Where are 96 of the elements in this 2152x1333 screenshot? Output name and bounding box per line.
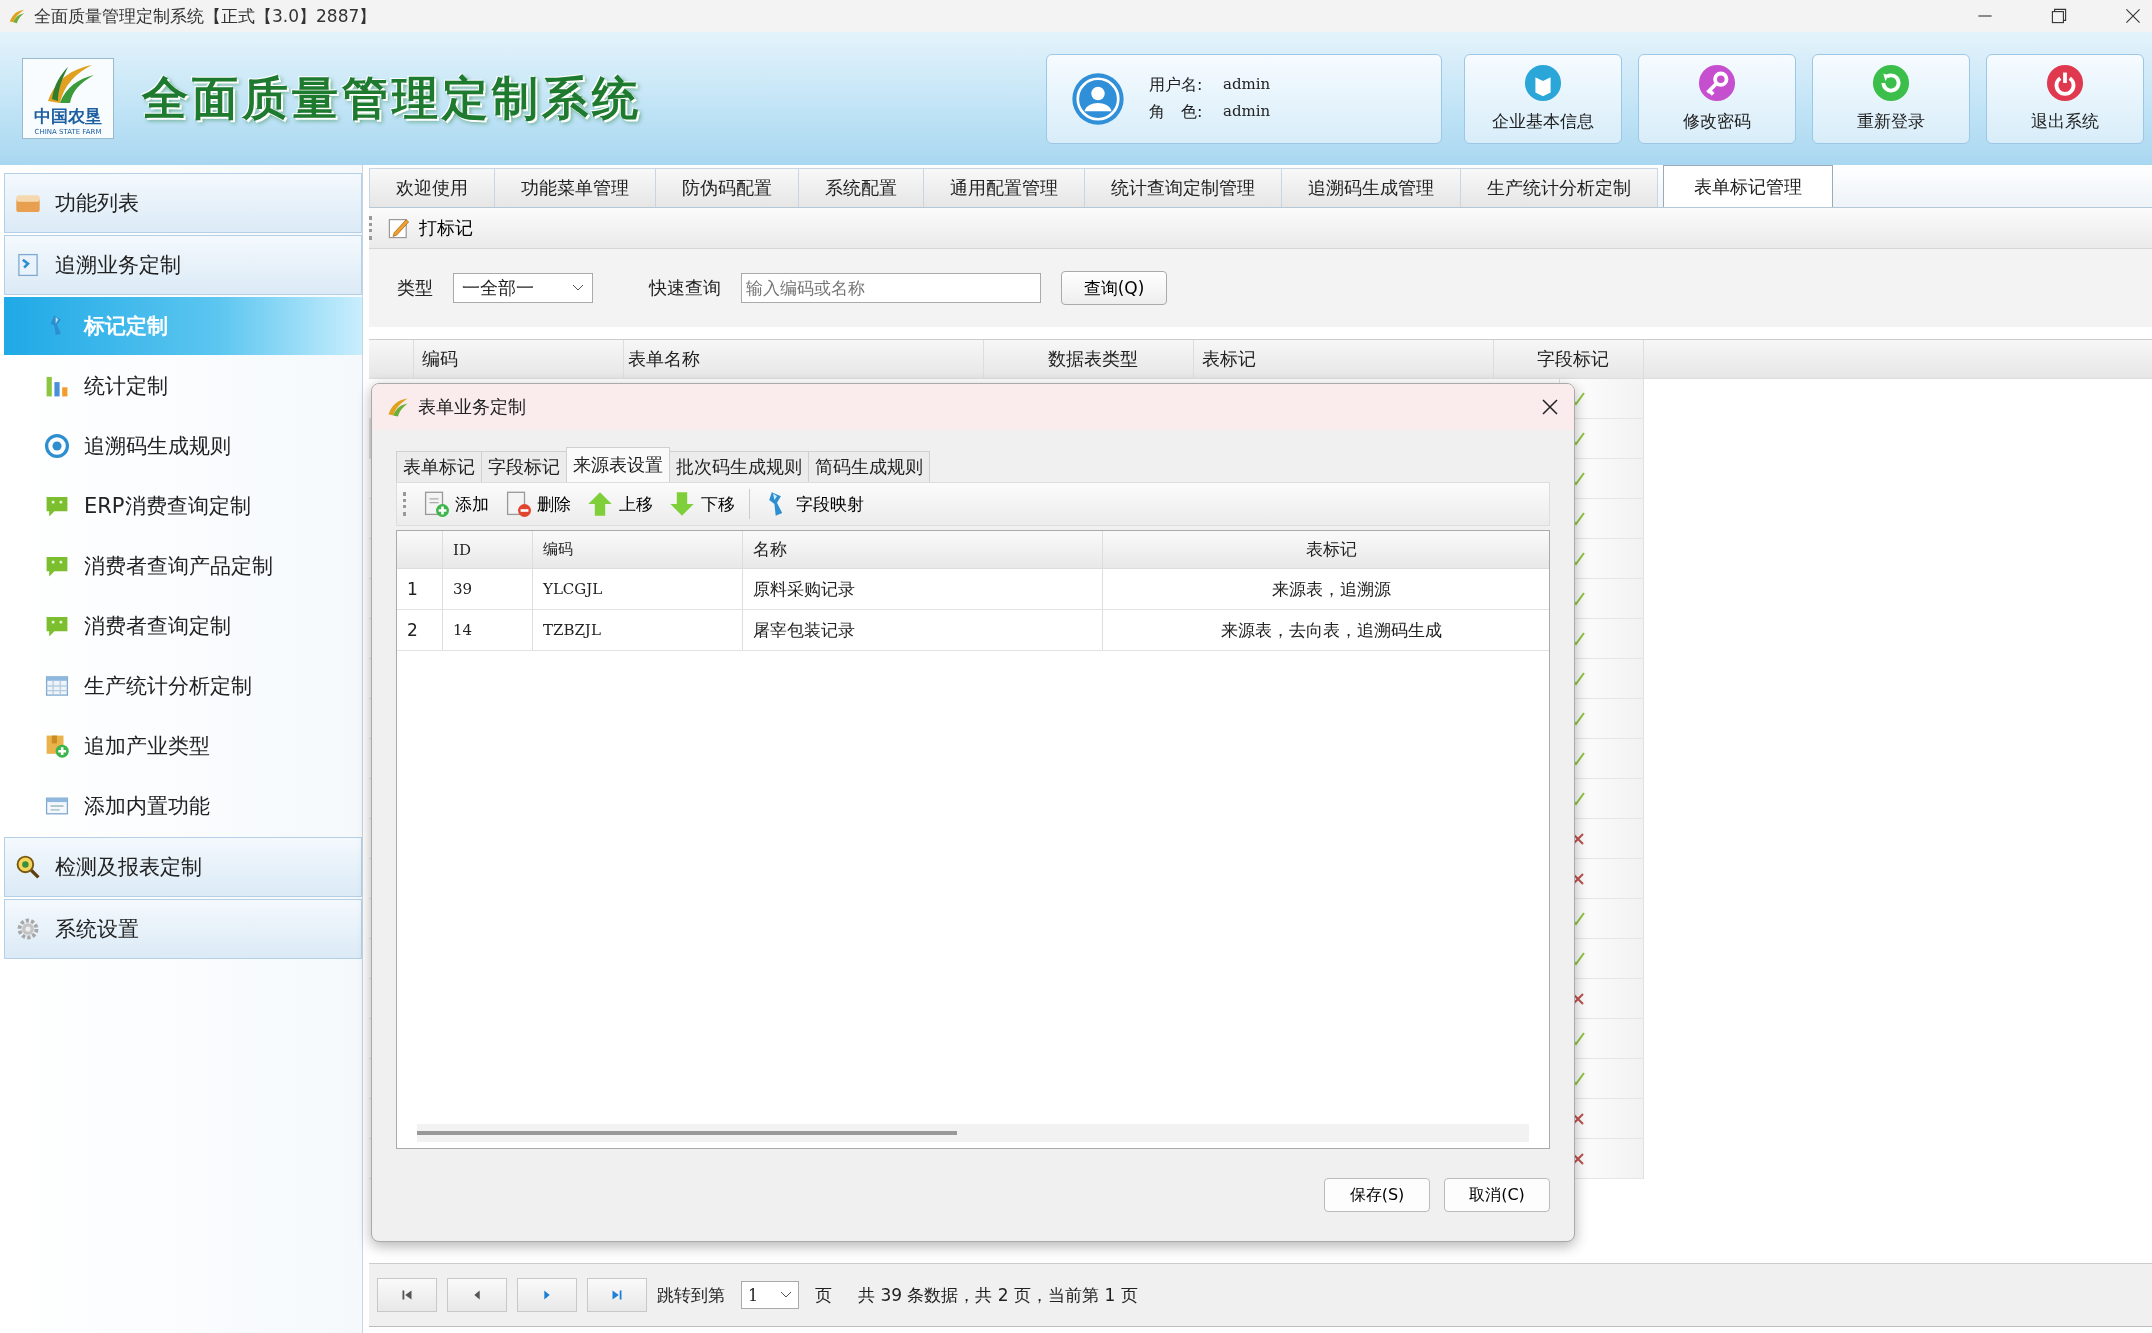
toolbar-button[interactable]: 字段映射 — [762, 489, 866, 519]
toolbar-button[interactable]: 下移 — [667, 489, 737, 519]
header-button[interactable]: 重新登录 — [1812, 53, 1970, 144]
sidebar-item[interactable]: 追加产业类型 — [4, 717, 362, 775]
dialog-title: 表单业务定制 — [418, 395, 526, 419]
tab[interactable]: 统计查询定制管理 — [1084, 168, 1282, 207]
delete-document-icon — [505, 491, 531, 517]
jump-label: 跳转到第 — [657, 1283, 725, 1307]
table-cell: 14 — [443, 610, 533, 650]
down-arrow-icon — [669, 491, 695, 517]
tab[interactable]: 系统配置 — [798, 168, 924, 207]
toolbar-button[interactable]: 添加 — [421, 489, 491, 519]
app-logo-icon — [8, 7, 26, 25]
tab[interactable]: 追溯码生成管理 — [1281, 168, 1461, 207]
tab[interactable]: 生产统计分析定制 — [1460, 168, 1658, 207]
dialog-button[interactable]: 取消(C) — [1444, 1178, 1550, 1212]
gear-icon — [15, 916, 41, 942]
scrollbar-thumb[interactable] — [417, 1131, 957, 1135]
header-button[interactable]: 企业基本信息 — [1464, 53, 1622, 144]
table-cell: 原料采购记录 — [743, 569, 1103, 609]
column-header[interactable]: 表单名称 — [624, 340, 984, 378]
column-header[interactable]: 编码 — [533, 531, 743, 568]
tab[interactable]: 表单标记管理 — [1663, 165, 1833, 207]
table-icon — [44, 673, 70, 699]
column-header[interactable]: 数据表类型 — [984, 340, 1194, 378]
caret-icon — [572, 284, 584, 292]
sidebar-item[interactable]: 消费者查询定制 — [4, 597, 362, 655]
close-icon[interactable] — [1540, 397, 1560, 417]
next-page-button[interactable] — [517, 1278, 577, 1312]
role-label: 角 色: — [1149, 101, 1204, 123]
column-header[interactable]: 表标记 — [1194, 340, 1494, 378]
magnifier-icon — [15, 854, 41, 880]
header-button[interactable]: 退出系统 — [1986, 53, 2144, 144]
search-field[interactable]: 输入编码或名称 — [741, 273, 1041, 303]
window-title: 全面质量管理定制系统【正式【3.0】2887】 — [34, 4, 377, 28]
tab[interactable]: 字段标记 — [481, 451, 567, 482]
column-header[interactable]: 表标记 — [1103, 531, 1549, 568]
table-cell-text: 来源表，追溯源 — [1270, 577, 1392, 601]
role-value: admin — [1223, 101, 1271, 122]
tab[interactable]: 欢迎使用 — [369, 168, 495, 207]
logo-text: 中国农垦 — [34, 105, 102, 128]
tab[interactable]: 简码生成规则 — [808, 451, 930, 482]
tab[interactable]: 防伪码配置 — [655, 168, 799, 207]
sidebar-group[interactable]: 检测及报表定制 — [4, 837, 362, 897]
sidebar-item[interactable]: 统计定制 — [4, 357, 362, 415]
last-page-button[interactable] — [587, 1278, 647, 1312]
sidebar-group[interactable]: 追溯业务定制 — [4, 235, 362, 295]
sidebar-header: 功能列表 — [4, 173, 362, 233]
sidebar-item[interactable]: 消费者查询产品定制 — [4, 537, 362, 595]
tab[interactable]: 通用配置管理 — [923, 168, 1085, 207]
table-cell: TZBZJL — [533, 610, 743, 650]
dialog-button[interactable]: 保存(S) — [1324, 1178, 1430, 1212]
sidebar-item[interactable]: 追溯码生成规则 — [4, 417, 362, 475]
table-cell: 39 — [443, 569, 533, 609]
pencil-note-icon — [387, 216, 411, 240]
mark-button[interactable]: 打标记 — [383, 214, 477, 242]
row-number: 1 — [397, 569, 443, 609]
column-header[interactable]: 名称 — [743, 531, 1103, 568]
quick-search-label: 快速查询 — [649, 276, 721, 300]
caret-icon — [780, 1291, 792, 1299]
sidebar-item[interactable]: 生产统计分析定制 — [4, 657, 362, 715]
tab[interactable]: 来源表设置 — [566, 447, 670, 482]
document-icon — [15, 252, 41, 278]
tab[interactable]: 表单标记 — [396, 451, 482, 482]
type-label: 类型 — [397, 276, 433, 300]
column-header[interactable]: ID — [443, 531, 533, 568]
table-cell: YLCGJL — [533, 569, 743, 609]
column-header[interactable]: 字段标记 — [1494, 340, 1644, 378]
sidebar-group[interactable]: 系统设置 — [4, 899, 362, 959]
page-unit-label: 页 — [815, 1283, 832, 1307]
column-header[interactable]: 编码 — [414, 340, 624, 378]
box-plus-icon — [44, 733, 70, 759]
page-dropdown[interactable]: 1 — [741, 1281, 799, 1309]
up-arrow-icon — [587, 491, 613, 517]
type-dropdown[interactable]: 一全部一 — [453, 273, 593, 303]
avatar-icon — [1071, 71, 1125, 126]
query-button[interactable]: 查询(Q) — [1061, 271, 1167, 305]
username-label: 用户名: — [1149, 74, 1204, 96]
target-icon — [44, 433, 70, 459]
pagination-summary: 共 39 条数据，共 2 页，当前第 1 页 — [858, 1283, 1138, 1307]
table-cell: 屠宰包装记录 — [743, 610, 1103, 650]
sidebar-item[interactable]: ERP消费查询定制 — [4, 477, 362, 535]
horizontal-scrollbar[interactable] — [417, 1124, 1529, 1142]
row-number: 2 — [397, 610, 443, 650]
username-value: admin — [1223, 74, 1271, 95]
toolbar-button[interactable]: 上移 — [585, 489, 655, 519]
tab[interactable]: 功能菜单管理 — [494, 168, 656, 207]
sidebar-item[interactable]: 添加内置功能 — [4, 777, 362, 835]
app-title: 全面质量管理定制系统 — [142, 69, 642, 127]
table-cell-text: 来源表，去向表，追溯码生成 — [1219, 618, 1443, 642]
toolbar-button[interactable]: 删除 — [503, 489, 573, 519]
add-document-icon — [423, 491, 449, 517]
previous-page-button[interactable] — [447, 1278, 507, 1312]
tab[interactable]: 批次码生成规则 — [669, 451, 809, 482]
first-page-button[interactable] — [377, 1278, 437, 1312]
header-button[interactable]: 修改密码 — [1638, 53, 1796, 144]
